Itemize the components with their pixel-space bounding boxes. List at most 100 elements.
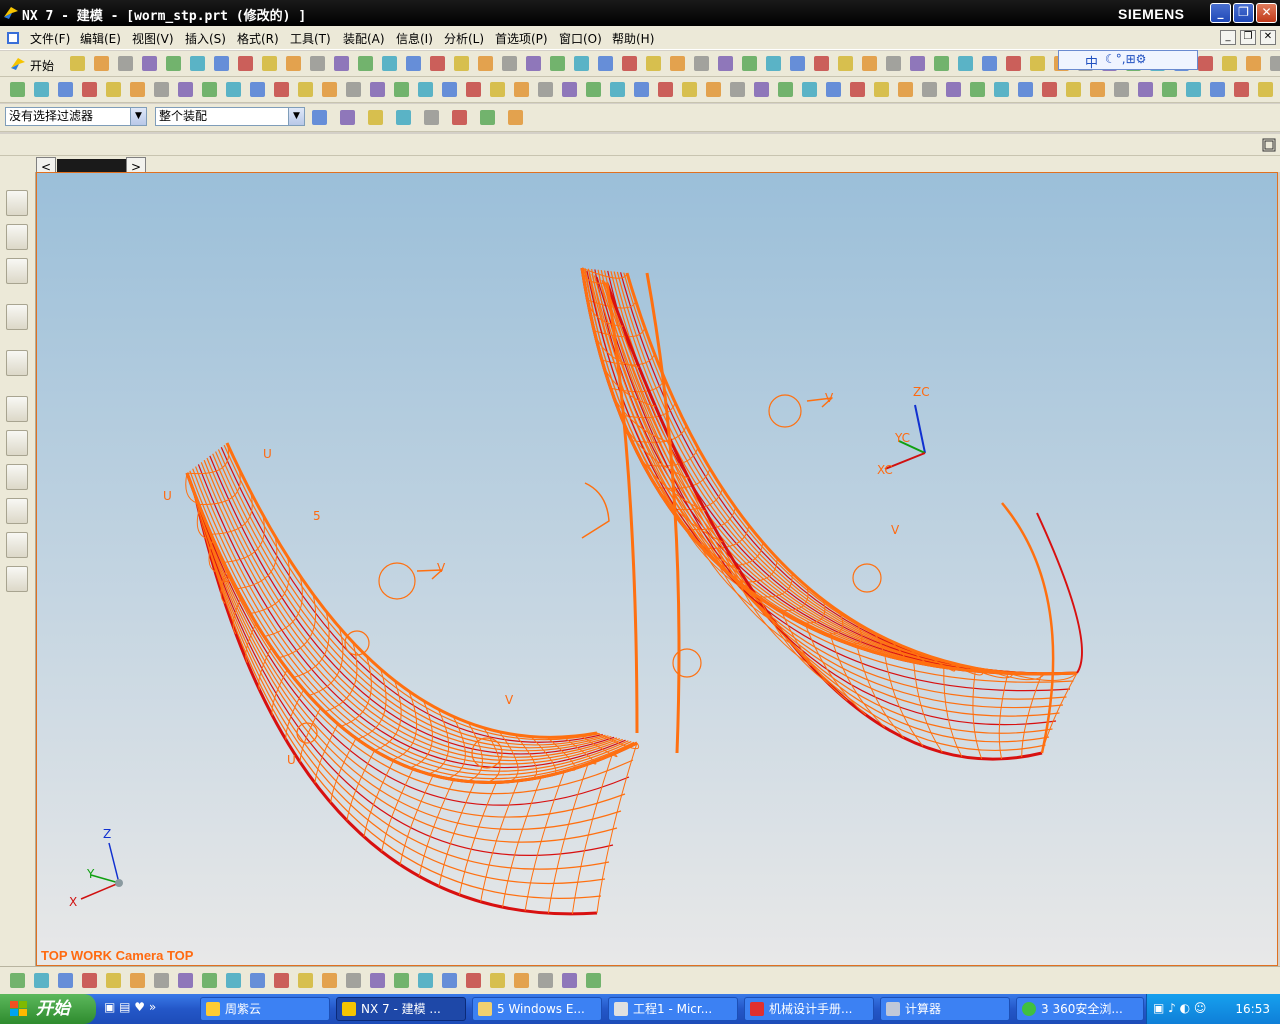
wireframe-curve[interactable] [200,462,623,765]
toolbar-tool-icon[interactable] [1066,82,1081,97]
toolbar-tool-icon[interactable] [58,973,73,988]
toolbar-tool-icon[interactable] [586,973,601,988]
toolbar-tool-icon[interactable] [1258,82,1273,97]
roles-icon[interactable] [6,532,28,558]
toolbar-tool-icon[interactable] [490,82,505,97]
toolbar-tool-icon[interactable] [34,82,49,97]
toolbar-tool-icon[interactable] [226,973,241,988]
toolbar-tool-icon[interactable] [466,973,481,988]
toolbar-tool-icon[interactable] [838,56,853,71]
toolbar-tool-icon[interactable] [514,973,529,988]
toolbar-tool-icon[interactable] [178,82,193,97]
toolbar-tool-icon[interactable] [358,56,373,71]
toolbar-tool-icon[interactable] [130,82,145,97]
toolbar-tool-icon[interactable] [1018,82,1033,97]
toolbar-tool-icon[interactable] [418,973,433,988]
task-item-active[interactable]: NX 7 - 建模 ... [336,997,466,1021]
toolbar-tool-icon[interactable] [166,56,181,71]
toolbar-tool-icon[interactable] [274,973,289,988]
toolbar-tool-icon[interactable] [130,973,145,988]
menu-analysis[interactable]: 分析(L) [444,30,484,47]
system-scenes-icon[interactable] [6,566,28,592]
toolbar-tool-icon[interactable] [178,973,193,988]
document-icon[interactable] [6,30,22,46]
toolbar-tool-icon[interactable] [118,56,133,71]
toolbar-tool-icon[interactable] [538,973,553,988]
toolbar-tool-icon[interactable] [190,56,205,71]
assembly-navigator-icon[interactable] [6,190,28,216]
toolbar-tool-icon[interactable] [1270,56,1280,71]
toolbar-tool-icon[interactable] [814,56,829,71]
wireframe-curve[interactable] [1036,512,1083,674]
quick-launch[interactable]: ▣ ▤ ♥ » [104,1000,194,1018]
menu-format[interactable]: 格式(R) [237,30,279,47]
toolbar-tool-icon[interactable] [442,82,457,97]
menu-help[interactable]: 帮助(H) [612,30,654,47]
menu-edit[interactable]: 编辑(E) [80,30,121,47]
task-item[interactable]: 3 360安全浏... [1016,997,1144,1021]
toolbar-tool-icon[interactable] [670,56,685,71]
toolbar-tool-icon[interactable] [322,973,337,988]
toolbar-tool-icon[interactable] [154,973,169,988]
restore-button[interactable]: ❐ [1233,3,1254,23]
menu-preferences[interactable]: 首选项(P) [495,30,548,47]
minimize-button[interactable]: _ [1210,3,1231,23]
toolbar-tool-icon[interactable] [622,56,637,71]
tray-icons[interactable]: ▣ ♪ ◐ ☺ [1153,1001,1206,1015]
toolbar-tool-icon[interactable] [994,82,1009,97]
toolbar-tool-icon[interactable] [286,56,301,71]
toolbar-tool-icon[interactable] [10,973,25,988]
doc-minimize-button[interactable]: _ [1220,30,1236,45]
toolbar-tool-icon[interactable] [886,56,901,71]
history-icon[interactable] [6,396,28,422]
doc-close-button[interactable]: ✕ [1260,30,1276,45]
toolbar-tool-icon[interactable] [298,973,313,988]
toolbar-tool-icon[interactable] [826,82,841,97]
toolbar-tool-icon[interactable] [346,82,361,97]
toolbar-tool-icon[interactable] [910,56,925,71]
toolbar-tool-icon[interactable] [970,82,985,97]
toolbar-tool-icon[interactable] [466,82,481,97]
toolbar-tool-icon[interactable] [202,973,217,988]
toolbar-tool-icon[interactable] [368,110,383,125]
toolbar-tool-icon[interactable] [340,110,355,125]
toolbar-tool-icon[interactable] [1186,82,1201,97]
wireframe-curve[interactable] [581,482,610,539]
toolbar-tool-icon[interactable] [226,82,241,97]
toolbar-tool-icon[interactable] [586,82,601,97]
toolbar-tool-icon[interactable] [322,82,337,97]
toolbar-tool-icon[interactable] [1006,56,1021,71]
manufacturing-wizards-icon[interactable] [6,498,28,524]
ime-mode[interactable]: 中 [1085,52,1098,71]
task-item[interactable]: 5 Windows E... [472,997,602,1021]
toolbar-tool-icon[interactable] [274,82,289,97]
wireframe-model[interactable] [37,173,1278,966]
toolbar-tool-icon[interactable] [82,82,97,97]
toolbar-tool-icon[interactable] [454,56,469,71]
doc-restore-button[interactable]: ❐ [1240,30,1256,45]
wireframe-curve[interactable] [215,451,609,749]
toolbar-tool-icon[interactable] [508,110,523,125]
toolbar-tool-icon[interactable] [202,82,217,97]
toolbar-tool-icon[interactable] [382,56,397,71]
menu-window[interactable]: 窗口(O) [559,30,602,47]
toolbar-tool-icon[interactable] [802,82,817,97]
ime-icons[interactable]: ☾°,⊞⚙ [1105,52,1146,66]
toolbar-tool-icon[interactable] [394,82,409,97]
ime-bar[interactable]: 中 ☾°,⊞⚙ [1058,50,1198,71]
toolbar-tool-icon[interactable] [934,56,949,71]
toolbar-tool-icon[interactable] [1042,82,1057,97]
toolbar-tool-icon[interactable] [574,56,589,71]
menu-file[interactable]: 文件(F) [30,30,70,47]
toolbar-tool-icon[interactable] [898,82,913,97]
toolbar-tool-icon[interactable] [10,82,25,97]
toolbar-tool-icon[interactable] [310,56,325,71]
toolbar-tool-icon[interactable] [730,82,745,97]
toolbar-tool-icon[interactable] [1162,82,1177,97]
task-item[interactable]: 计算器 [880,997,1010,1021]
toolbar-tool-icon[interactable] [682,82,697,97]
toolbar-tool-icon[interactable] [370,973,385,988]
toolbar-tool-icon[interactable] [406,56,421,71]
toolbar-tool-icon[interactable] [526,56,541,71]
toolbar-tool-icon[interactable] [754,82,769,97]
